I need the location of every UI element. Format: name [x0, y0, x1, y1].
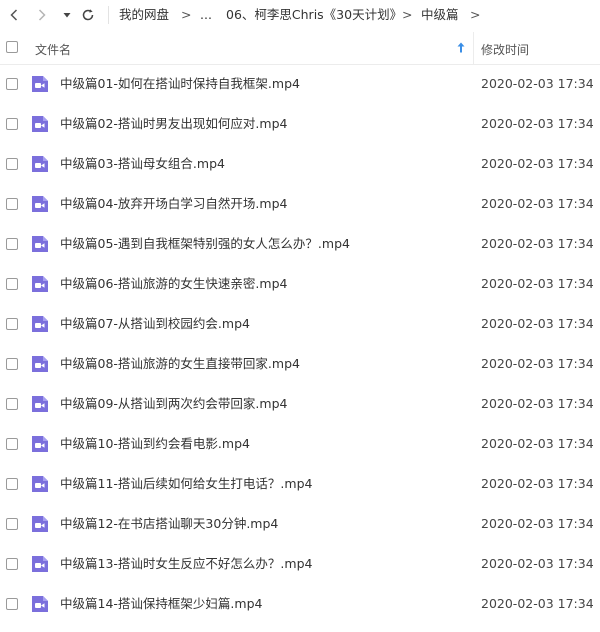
breadcrumb-separator: > — [402, 7, 413, 22]
breadcrumb-separator: > — [181, 7, 192, 22]
file-modified-time: 2020-02-03 17:34 — [481, 316, 594, 331]
file-checkbox[interactable] — [6, 318, 18, 330]
video-file-icon — [30, 594, 50, 614]
chevron-right-icon — [38, 9, 46, 21]
file-checkbox[interactable] — [6, 278, 18, 290]
file-row[interactable]: 中级篇05-遇到自我框架特别强的女人怎么办？.mp4 2020-02-03 17:… — [0, 224, 600, 264]
file-row[interactable]: 中级篇03-搭讪母女组合.mp4 2020-02-03 17:34 — [0, 144, 600, 184]
file-row[interactable]: 中级篇02-搭讪时男友出现如何应对.mp4 2020-02-03 17:34 — [0, 104, 600, 144]
sort-ascending-icon[interactable] — [457, 42, 465, 57]
file-modified-time: 2020-02-03 17:34 — [481, 196, 594, 211]
file-name[interactable]: 中级篇01-如何在搭讪时保持自我框架.mp4 — [60, 76, 300, 92]
video-file-icon — [30, 554, 50, 574]
video-file-icon — [30, 154, 50, 174]
file-name[interactable]: 中级篇04-放弃开场白学习自然开场.mp4 — [60, 196, 287, 212]
file-name[interactable]: 中级篇06-搭讪旅游的女生快速亲密.mp4 — [60, 276, 287, 292]
file-checkbox[interactable] — [6, 518, 18, 530]
video-file-icon — [30, 74, 50, 94]
forward-button[interactable] — [31, 4, 53, 26]
file-modified-time: 2020-02-03 17:34 — [481, 596, 594, 611]
file-row[interactable]: 中级篇04-放弃开场白学习自然开场.mp4 2020-02-03 17:34 — [0, 184, 600, 224]
file-checkbox[interactable] — [6, 358, 18, 370]
select-all-checkbox[interactable] — [6, 41, 18, 53]
video-file-icon — [30, 434, 50, 454]
chevron-left-icon — [10, 9, 18, 21]
column-header-modified-time[interactable]: 修改时间 — [481, 41, 529, 58]
video-file-icon — [30, 354, 50, 374]
file-name[interactable]: 中级篇14-搭讪保持框架少妇篇.mp4 — [60, 596, 262, 612]
file-modified-time: 2020-02-03 17:34 — [481, 276, 594, 291]
toolbar: 我的网盘 > ... 06、柯李思Chris《30天计划》 > 中级篇 > — [0, 0, 600, 30]
video-file-icon — [30, 114, 50, 134]
file-modified-time: 2020-02-03 17:34 — [481, 116, 594, 131]
breadcrumb-separator: > — [470, 7, 481, 22]
file-row[interactable]: 中级篇11-搭讪后续如何给女生打电话？.mp4 2020-02-03 17:34 — [0, 464, 600, 504]
toolbar-divider — [108, 6, 109, 24]
breadcrumb-item-folder[interactable]: 06、柯李思Chris《30天计划》 — [226, 7, 402, 23]
file-row[interactable]: 中级篇08-搭讪旅游的女生直接带回家.mp4 2020-02-03 17:34 — [0, 344, 600, 384]
file-row[interactable]: 中级篇07-从搭讪到校园约会.mp4 2020-02-03 17:34 — [0, 304, 600, 344]
refresh-icon — [82, 9, 94, 21]
file-modified-time: 2020-02-03 17:34 — [481, 76, 594, 91]
refresh-button[interactable] — [77, 4, 99, 26]
file-name[interactable]: 中级篇12-在书店搭讪聊天30分钟.mp4 — [60, 516, 278, 532]
file-checkbox[interactable] — [6, 118, 18, 130]
file-row[interactable]: 中级篇01-如何在搭讪时保持自我框架.mp4 2020-02-03 17:34 — [0, 64, 600, 104]
file-name[interactable]: 中级篇05-遇到自我框架特别强的女人怎么办？.mp4 — [60, 236, 350, 252]
file-name[interactable]: 中级篇09-从搭讪到两次约会带回家.mp4 — [60, 396, 287, 412]
video-file-icon — [30, 274, 50, 294]
file-name[interactable]: 中级篇11-搭讪后续如何给女生打电话？.mp4 — [60, 476, 312, 492]
file-modified-time: 2020-02-03 17:34 — [481, 516, 594, 531]
file-checkbox[interactable] — [6, 78, 18, 90]
column-divider[interactable] — [473, 32, 474, 64]
file-checkbox[interactable] — [6, 438, 18, 450]
file-modified-time: 2020-02-03 17:34 — [481, 356, 594, 371]
history-dropdown-button[interactable] — [56, 4, 78, 26]
video-file-icon — [30, 314, 50, 334]
file-row[interactable]: 中级篇14-搭讪保持框架少妇篇.mp4 2020-02-03 17:34 — [0, 584, 600, 624]
file-modified-time: 2020-02-03 17:34 — [481, 156, 594, 171]
file-modified-time: 2020-02-03 17:34 — [481, 556, 594, 571]
file-name[interactable]: 中级篇03-搭讪母女组合.mp4 — [60, 156, 225, 172]
file-row[interactable]: 中级篇10-搭讪到约会看电影.mp4 2020-02-03 17:34 — [0, 424, 600, 464]
back-button[interactable] — [3, 4, 25, 26]
file-row[interactable]: 中级篇12-在书店搭讪聊天30分钟.mp4 2020-02-03 17:34 — [0, 504, 600, 544]
file-modified-time: 2020-02-03 17:34 — [481, 436, 594, 451]
file-row[interactable]: 中级篇06-搭讪旅游的女生快速亲密.mp4 2020-02-03 17:34 — [0, 264, 600, 304]
video-file-icon — [30, 194, 50, 214]
file-checkbox[interactable] — [6, 398, 18, 410]
file-name[interactable]: 中级篇10-搭讪到约会看电影.mp4 — [60, 436, 250, 452]
file-checkbox[interactable] — [6, 558, 18, 570]
breadcrumb-item-current[interactable]: 中级篇 — [421, 7, 459, 23]
file-checkbox[interactable] — [6, 158, 18, 170]
file-name[interactable]: 中级篇13-搭讪时女生反应不好怎么办？.mp4 — [60, 556, 312, 572]
file-modified-time: 2020-02-03 17:34 — [481, 476, 594, 491]
file-modified-time: 2020-02-03 17:34 — [481, 236, 594, 251]
file-checkbox[interactable] — [6, 478, 18, 490]
file-checkbox[interactable] — [6, 238, 18, 250]
video-file-icon — [30, 474, 50, 494]
file-name[interactable]: 中级篇08-搭讪旅游的女生直接带回家.mp4 — [60, 356, 300, 372]
file-row[interactable]: 中级篇09-从搭讪到两次约会带回家.mp4 2020-02-03 17:34 — [0, 384, 600, 424]
breadcrumb-item-root[interactable]: 我的网盘 — [119, 7, 169, 23]
file-checkbox[interactable] — [6, 598, 18, 610]
video-file-icon — [30, 234, 50, 254]
file-name[interactable]: 中级篇02-搭讪时男友出现如何应对.mp4 — [60, 116, 287, 132]
caret-down-icon — [63, 13, 71, 18]
column-header-name[interactable]: 文件名 — [35, 41, 71, 58]
file-checkbox[interactable] — [6, 198, 18, 210]
breadcrumb-item-ellipsis[interactable]: ... — [200, 7, 212, 23]
video-file-icon — [30, 394, 50, 414]
file-row[interactable]: 中级篇13-搭讪时女生反应不好怎么办？.mp4 2020-02-03 17:34 — [0, 544, 600, 584]
video-file-icon — [30, 514, 50, 534]
file-list: 中级篇01-如何在搭讪时保持自我框架.mp4 2020-02-03 17:34 中级… — [0, 64, 600, 624]
file-list-header: 文件名 修改时间 — [0, 32, 600, 65]
file-modified-time: 2020-02-03 17:34 — [481, 396, 594, 411]
file-name[interactable]: 中级篇07-从搭讪到校园约会.mp4 — [60, 316, 250, 332]
